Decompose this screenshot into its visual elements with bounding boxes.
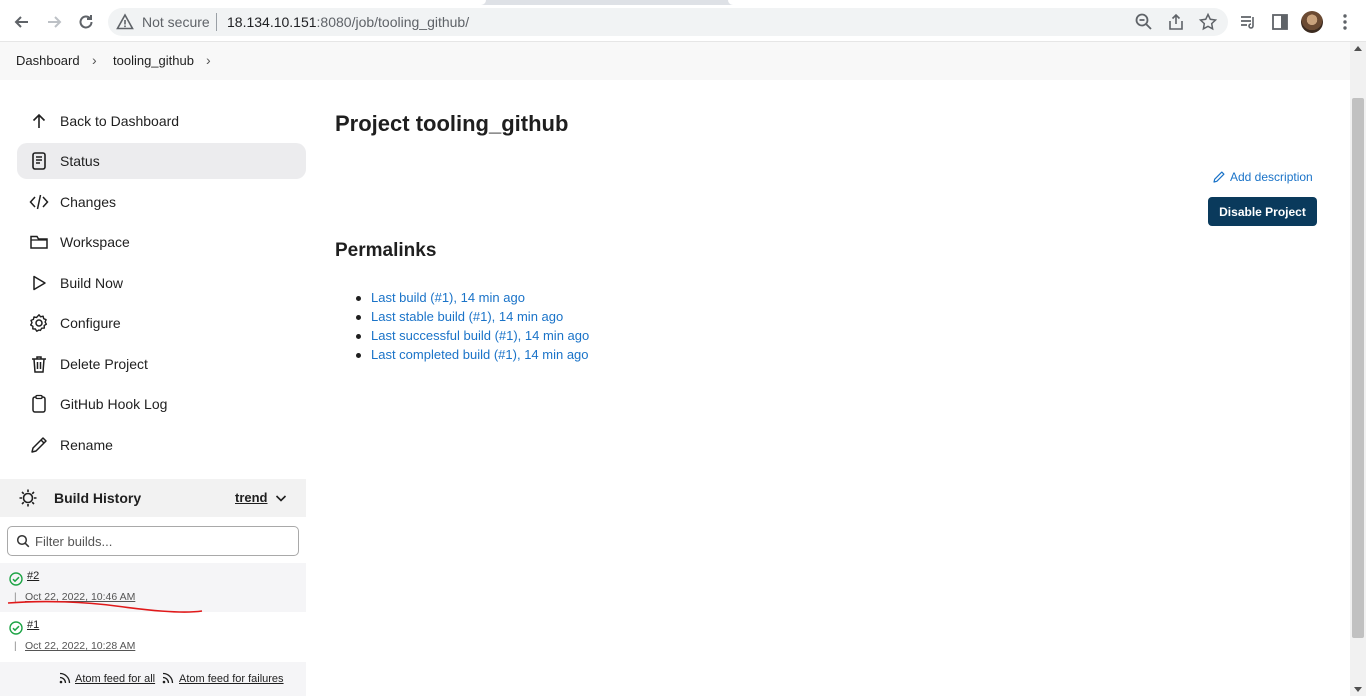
disable-project-button[interactable]: Disable Project <box>1208 197 1317 226</box>
pencil-icon <box>31 437 47 453</box>
chevron-down-icon[interactable] <box>274 491 288 505</box>
build-number-link[interactable]: #2 <box>27 570 39 582</box>
status-doc-icon <box>32 152 46 170</box>
task-label: Status <box>60 153 100 169</box>
rss-icon <box>59 672 71 684</box>
side-panel-icon[interactable] <box>1270 12 1290 32</box>
play-icon <box>33 275 46 291</box>
atom-feed-all-link[interactable]: Atom feed for all <box>75 673 155 685</box>
security-label[interactable]: Not secure <box>142 14 210 30</box>
build-number-link[interactable]: #1 <box>27 619 39 631</box>
permalink-last-completed-build[interactable]: Last completed build (#1), 14 min ago <box>356 347 589 366</box>
permalinks-list: Last build (#1), 14 min ago Last stable … <box>356 290 589 366</box>
task-back-to-dashboard[interactable]: Back to Dashboard <box>17 103 306 139</box>
task-status[interactable]: Status <box>17 143 306 179</box>
build-date-link[interactable]: Oct 22, 2022, 10:28 AM <box>25 640 135 652</box>
warning-icon[interactable] <box>116 13 134 31</box>
share-icon[interactable] <box>1166 12 1186 32</box>
breadcrumb-dashboard[interactable]: Dashboard <box>16 53 80 68</box>
permalink-last-build[interactable]: Last build (#1), 14 min ago <box>356 290 589 309</box>
filter-builds-input[interactable] <box>35 532 290 550</box>
task-label: GitHub Hook Log <box>60 396 168 412</box>
chevron-right-icon: › <box>92 52 97 68</box>
task-label: Rename <box>60 437 113 453</box>
build-history-icon <box>19 489 37 507</box>
task-build-now[interactable]: Build Now <box>17 265 306 301</box>
scrollbar-thumb[interactable] <box>1352 98 1364 638</box>
chevron-right-icon[interactable]: › <box>206 52 211 68</box>
arrow-up-icon <box>32 113 46 128</box>
forward-icon[interactable] <box>42 10 66 34</box>
browser-toolbar: Not secure 18.134.10.151:8080/job/toolin… <box>0 0 1366 42</box>
task-label: Delete Project <box>60 356 148 372</box>
add-description-link[interactable]: Add description <box>1212 170 1313 184</box>
task-configure[interactable]: Configure <box>17 305 306 341</box>
reading-list-icon[interactable] <box>1238 12 1258 32</box>
bookmark-star-icon[interactable] <box>1198 12 1218 32</box>
task-github-hook-log[interactable]: GitHub Hook Log <box>17 386 306 422</box>
build-history-title: Build History <box>54 490 142 506</box>
task-changes[interactable]: Changes <box>17 184 306 220</box>
permalinks-title: Permalinks <box>335 240 437 261</box>
search-icon <box>16 534 30 548</box>
page-title: Project tooling_github <box>335 111 569 136</box>
task-rename[interactable]: Rename <box>17 427 306 463</box>
address-bar[interactable]: Not secure 18.134.10.151:8080/job/toolin… <box>108 8 1228 36</box>
scroll-down-arrow-icon[interactable] <box>1354 687 1362 692</box>
url-path: :8080/job/tooling_github/ <box>316 14 470 30</box>
trend-link[interactable]: trend <box>235 490 268 505</box>
task-label: Changes <box>60 194 117 210</box>
url-text[interactable]: 18.134.10.151:8080/job/tooling_github/ <box>227 14 469 30</box>
task-workspace[interactable]: Workspace <box>17 224 306 260</box>
gear-icon <box>30 314 48 332</box>
reload-icon[interactable] <box>74 10 98 34</box>
atom-feed-failures-link[interactable]: Atom feed for failures <box>179 673 284 685</box>
url-host: 18.134.10.151 <box>227 14 317 30</box>
back-icon[interactable] <box>10 10 34 34</box>
filter-builds[interactable] <box>7 526 299 556</box>
task-label: Build Now <box>60 275 124 291</box>
task-label: Configure <box>60 315 121 331</box>
breadcrumb: Dashboard › tooling_github › <box>0 42 1366 80</box>
rss-icon <box>162 672 174 684</box>
page-scrollbar[interactable] <box>1350 42 1366 696</box>
build-row[interactable]: #1 | Oct 22, 2022, 10:28 AM <box>0 612 306 661</box>
profile-avatar[interactable] <box>1301 11 1323 33</box>
pencil-icon <box>1213 171 1225 183</box>
scroll-up-arrow-icon[interactable] <box>1354 46 1362 51</box>
tab-strip <box>0 0 1366 5</box>
atom-feeds: Atom feed for all Atom feed for failures <box>0 662 306 696</box>
task-label: Back to Dashboard <box>60 113 180 129</box>
build-divider: | <box>14 641 17 652</box>
zoom-icon[interactable] <box>1134 12 1154 32</box>
breadcrumb-job[interactable]: tooling_github <box>113 53 194 68</box>
permalink-last-stable-build[interactable]: Last stable build (#1), 14 min ago <box>356 309 589 328</box>
menu-dots-icon[interactable] <box>1335 12 1355 32</box>
red-annotation-underline <box>7 600 203 613</box>
code-icon <box>29 194 49 210</box>
task-label: Workspace <box>60 234 130 250</box>
build-history-header: Build History trend <box>0 479 306 517</box>
add-description-label: Add description <box>1230 170 1313 184</box>
trash-icon <box>32 356 46 373</box>
success-check-icon <box>9 621 23 635</box>
success-check-icon <box>9 572 23 586</box>
folder-icon <box>30 235 48 249</box>
clipboard-icon <box>32 394 46 413</box>
permalink-last-successful-build[interactable]: Last successful build (#1), 14 min ago <box>356 328 589 347</box>
task-delete-project[interactable]: Delete Project <box>17 346 306 382</box>
